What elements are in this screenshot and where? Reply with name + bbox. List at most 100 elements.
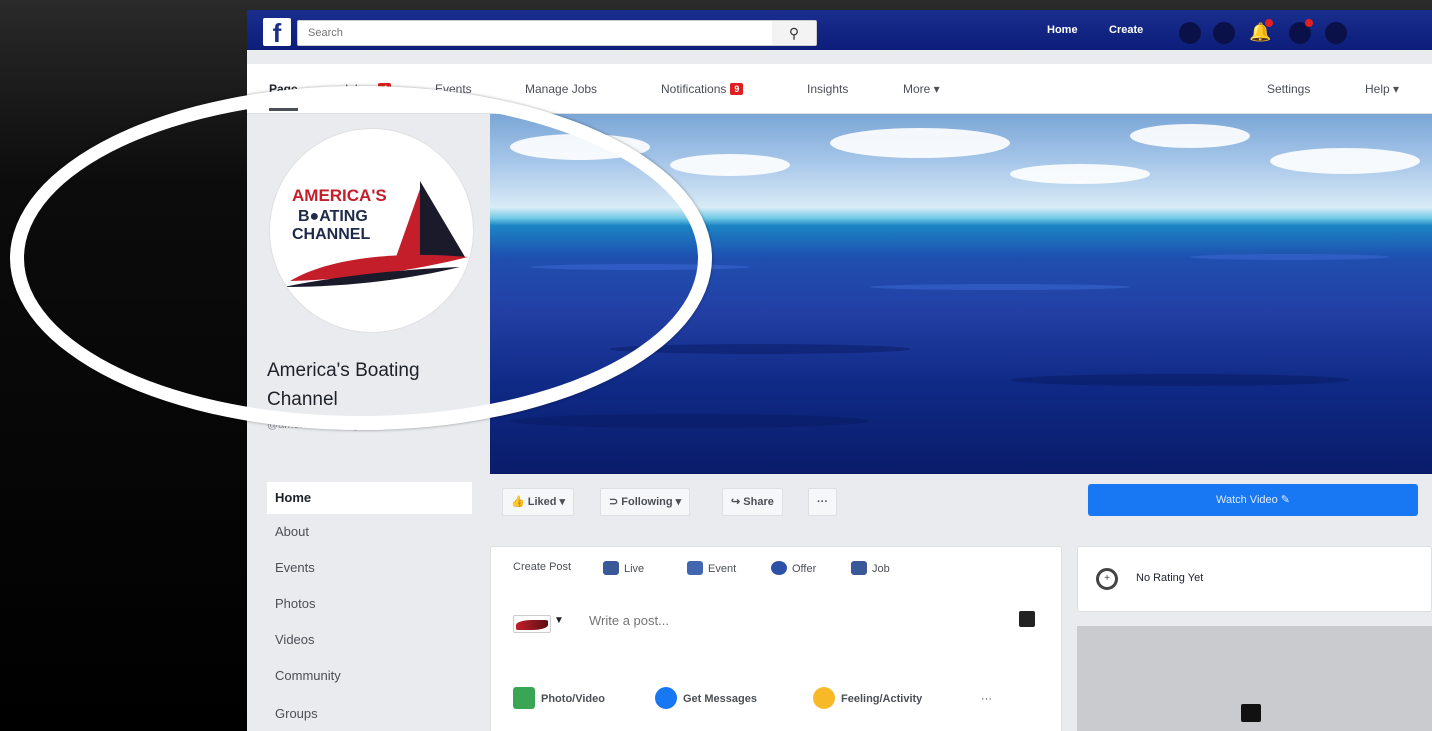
page-profile-picture[interactable]: AMERICA'S B●ATING CHANNEL [269,128,474,333]
wave [530,264,750,270]
rss-icon: ⊃ [609,496,619,508]
nav-create-link[interactable]: Create [1109,24,1143,36]
add-photo-icon[interactable] [1241,704,1261,722]
jib-sail-icon [396,189,420,257]
account-menu-icon[interactable] [1325,22,1347,44]
messenger-icon [655,687,677,709]
following-label: Following ▾ [621,496,682,508]
notifications-bell-icon[interactable]: 🔔 [1249,19,1273,44]
liked-button[interactable]: 👍 Liked ▾ [502,488,575,516]
logo-line-2: B●ATING [298,208,368,225]
wave [610,344,910,354]
page-action-bar: 👍 Liked ▾ ⊃ Following ▾ ↪ Share ··· Watc… [490,474,1432,546]
cloud [830,128,1010,158]
following-button[interactable]: ⊃ Following ▾ [600,488,691,516]
tab-settings[interactable]: Settings [1267,82,1310,96]
sidebar-item-photos[interactable]: Photos [267,588,472,620]
media-placeholder-card[interactable] [1077,626,1432,731]
notifications-badge: 9 [730,83,744,95]
tab-inbox[interactable]: Inbox 4 [345,82,392,96]
post-composer: Create Post Live Event Offer Job ▼ Photo… [490,546,1062,731]
sidebar-item-community[interactable]: Community [267,660,472,692]
calendar-icon [687,561,703,575]
nav-home-link[interactable]: Home [1047,24,1078,36]
search-input[interactable] [298,21,778,45]
offer-label: Offer [792,563,817,575]
offer-option[interactable]: Offer [771,561,816,575]
page-title: America's Boating Channel [267,360,420,410]
wave [1010,374,1350,386]
liked-label: Liked ▾ [527,496,566,508]
facebook-logo-icon[interactable]: f [263,18,291,48]
job-option[interactable]: Job [851,561,890,575]
sail-icon [420,181,465,257]
photo-icon [513,687,535,709]
page-username[interactable]: @americasboatingchannel [267,416,477,434]
search-box[interactable]: ⚲ [297,20,817,46]
sidebar-item-home[interactable]: Home [267,482,472,514]
cloud [1010,164,1150,184]
share-icon: ↪ [731,496,741,508]
notification-dot [1265,19,1273,27]
tab-notifications[interactable]: Notifications 9 [661,82,744,96]
wave [870,284,1130,290]
wave [1190,254,1390,260]
friend-requests-icon[interactable] [1179,22,1201,44]
star-rating-icon: + [1096,568,1118,590]
sidebar-item-events[interactable]: Events [267,552,472,584]
boating-channel-logo: AMERICA'S B●ATING CHANNEL [284,181,468,287]
get-messages-button[interactable]: Get Messages [655,685,757,713]
feeling-activity-button[interactable]: Feeling/Activity [813,685,922,713]
quick-help-icon[interactable] [1289,19,1313,44]
search-icon[interactable]: ⚲ [772,21,816,45]
cloud [1270,148,1420,174]
live-label: Live [624,563,645,575]
more-actions-button[interactable]: ··· [808,488,837,516]
inbox-badge: 4 [378,83,392,95]
tab-inbox-label: Inbox [345,82,375,96]
tab-insights[interactable]: Insights [807,82,848,96]
tab-events[interactable]: Events [435,82,472,96]
get-messages-label: Get Messages [683,693,757,705]
share-label: Share [743,496,774,508]
tab-notifications-label: Notifications [661,82,727,96]
top-navigation-bar: f ⚲ Home Create 🔔 [247,10,1432,50]
tab-page[interactable]: Page [269,82,298,111]
more-options-button[interactable]: ··· [981,685,992,713]
event-label: Event [708,563,737,575]
logo-line-3: CHANNEL [292,226,370,243]
photo-video-button[interactable]: Photo/Video [513,685,605,713]
live-video-icon [603,561,619,575]
offer-tag-icon [771,561,787,575]
rating-card: + No Rating Yet [1077,546,1432,612]
watch-video-button[interactable]: Watch Video ✎ [1088,484,1418,516]
notification-dot [1305,19,1313,27]
avatar-boat-icon [516,620,548,630]
sidebar-item-videos[interactable]: Videos [267,624,472,656]
rating-text: No Rating Yet [1136,572,1204,584]
page-admin-tabs: Page Inbox 4 Events Manage Jobs Notificat… [247,64,1432,114]
sidebar-item-groups[interactable]: Groups [267,698,472,730]
cover-photo[interactable] [490,114,1432,474]
tab-manage-jobs[interactable]: Manage Jobs [525,82,597,96]
cloud [670,154,790,176]
create-post-tab[interactable]: Create Post [513,561,571,573]
write-post-input[interactable] [589,613,889,628]
photo-video-label: Photo/Video [541,693,605,705]
page-left-column: AMERICA'S B●ATING CHANNEL America's Boat… [257,114,482,731]
wave [510,414,870,428]
live-option[interactable]: Live [603,561,644,575]
browser-screenshot: f ⚲ Home Create 🔔 Page Inbox4 Events Man… [247,10,1432,731]
chevron-down-icon[interactable]: ▼ [554,615,564,626]
sidebar-item-about[interactable]: About [267,516,472,548]
page-avatar[interactable] [513,615,551,633]
feeling-activity-label: Feeling/Activity [841,693,923,705]
messages-icon[interactable] [1213,22,1235,44]
tab-help[interactable]: Help ▾ [1365,82,1399,96]
tab-more[interactable]: More ▾ [903,82,940,96]
logo-line-1: AMERICA'S [292,186,387,205]
share-button[interactable]: ↪ Share [722,488,783,516]
cloud [510,134,650,160]
event-option[interactable]: Event [687,561,736,575]
photo-attach-icon[interactable] [1019,611,1035,627]
